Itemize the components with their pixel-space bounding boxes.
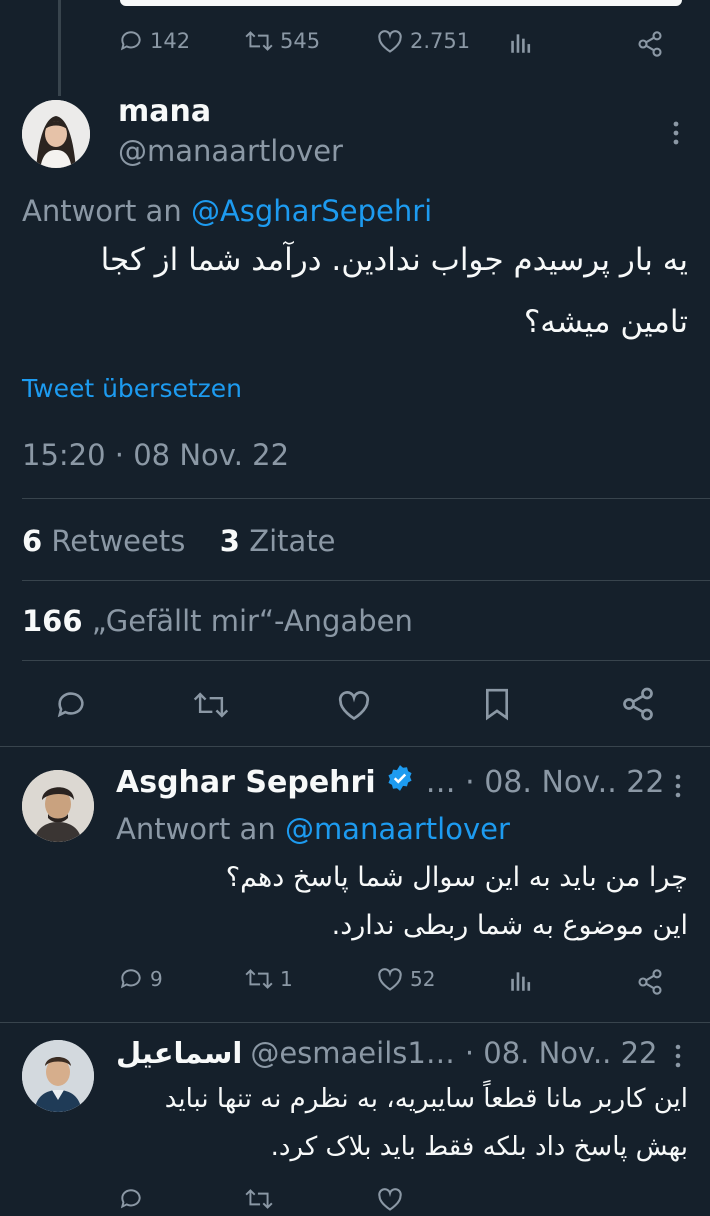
reply-icon xyxy=(120,969,141,989)
tweet-text-line-1: این کاربر مانا قطعاً سایبریه، به نظرم نه… xyxy=(164,1084,688,1114)
retweet-icon xyxy=(245,969,273,989)
retweets-count: 6 xyxy=(22,524,43,558)
retweet-icon xyxy=(193,692,229,718)
retweets-label: Retweets xyxy=(51,524,186,558)
reply-button[interactable]: 9 xyxy=(118,966,163,992)
heart-icon xyxy=(376,28,404,54)
verified-badge-icon xyxy=(386,764,414,800)
retweet-icon xyxy=(244,28,274,54)
share-button[interactable] xyxy=(620,686,656,726)
share-button[interactable] xyxy=(636,968,664,996)
likes-stat[interactable]: 166 „Gefällt mir“-Angaben xyxy=(22,604,413,638)
quoted-card-bottom-edge xyxy=(120,0,682,6)
reply-button[interactable] xyxy=(54,688,88,726)
quotes-count: 3 xyxy=(219,524,240,558)
more-options-button[interactable] xyxy=(668,118,684,148)
bookmark-button[interactable] xyxy=(480,686,514,726)
tweet-text-line-1: یه بار پرسیدم جواب ندادین. درآمد شما از … xyxy=(100,242,688,278)
reply-count: 9 xyxy=(150,967,163,991)
likes-count: 166 xyxy=(22,604,83,638)
author-name[interactable]: اسماعیل xyxy=(116,1036,242,1070)
analytics-icon xyxy=(511,972,531,991)
quotes-stat[interactable]: 3 Zitate xyxy=(220,524,336,558)
like-count: 52 xyxy=(410,967,436,991)
retweet-icon xyxy=(244,1186,274,1216)
top-tweet-action-bar: 142 545 2.751 xyxy=(0,26,710,62)
retweets-stat[interactable]: 6 Retweets xyxy=(22,524,195,558)
more-options-button[interactable] xyxy=(670,1042,686,1070)
like-button[interactable]: 52 xyxy=(376,966,435,992)
tweet-meta[interactable]: · 08. Nov.. 22 xyxy=(465,1036,658,1070)
tweet-timestamp[interactable]: 15:20 · 08 Nov. 22 xyxy=(22,438,289,472)
tweet-text-line-2: تامین میشه؟ xyxy=(523,304,688,340)
reply-icon xyxy=(118,1186,144,1216)
reply-to-link[interactable]: @AsgharSepehri xyxy=(191,194,432,228)
more-options-button[interactable] xyxy=(670,772,686,800)
reply-context: Antwort an @AsgharSepehri xyxy=(22,194,432,228)
tweet-meta[interactable]: … · 08. Nov.. 22 xyxy=(426,765,665,800)
tweet-text-line-1: چرا من باید به این سوال شما پاسخ دهم؟ xyxy=(225,862,688,893)
reply-prefix: Antwort an xyxy=(22,194,182,228)
analytics-icon xyxy=(508,30,534,56)
reply-button[interactable]: 142 xyxy=(118,28,190,54)
like-count: 2.751 xyxy=(410,29,471,53)
likes-label: „Gefällt mir“-Angaben xyxy=(91,604,413,638)
translate-link[interactable]: Tweet übersetzen xyxy=(22,374,242,403)
avatar-portrait-icon xyxy=(22,770,94,842)
share-icon xyxy=(623,687,653,721)
retweet-count: 545 xyxy=(280,29,321,53)
more-vertical-icon xyxy=(675,774,681,798)
retweet-button[interactable]: 1 xyxy=(244,966,293,992)
bookmark-icon xyxy=(485,688,509,721)
author-handle[interactable]: @manaartlover xyxy=(118,134,343,168)
heart-icon xyxy=(338,691,370,721)
share-icon xyxy=(636,30,664,58)
analytics-button[interactable] xyxy=(508,30,534,56)
reply-icon xyxy=(57,692,84,718)
retweet-count: 1 xyxy=(280,967,293,991)
avatar-esmaeil[interactable] xyxy=(22,1040,94,1112)
tweet-text-line-2: این موضوع به شما ربطی ندارد. xyxy=(331,910,688,941)
analytics-button[interactable] xyxy=(508,968,534,994)
more-vertical-icon xyxy=(673,121,679,145)
share-icon xyxy=(638,969,662,995)
reply-context: Antwort an @manaartlover xyxy=(116,812,510,846)
reply-header: اسماعیل @esmaeils1… · 08. Nov.. 22 xyxy=(116,1036,658,1070)
divider xyxy=(22,580,710,581)
author-name[interactable]: Asghar Sepehri xyxy=(116,765,376,800)
quotes-label: Zitate xyxy=(249,524,336,558)
reply-count: 142 xyxy=(150,29,191,53)
author-name[interactable]: mana xyxy=(118,94,211,129)
retweet-button[interactable]: 545 xyxy=(244,28,320,54)
reply-to-link[interactable]: @manaartlover xyxy=(285,812,510,846)
avatar-portrait-icon xyxy=(22,1040,94,1112)
author-handle[interactable]: @esmaeils1… xyxy=(250,1036,455,1070)
avatar-portrait-icon xyxy=(22,100,90,168)
avatar-asghar-sepehri[interactable] xyxy=(22,770,94,842)
avatar-mana[interactable] xyxy=(22,100,90,168)
divider xyxy=(0,746,710,747)
more-vertical-icon xyxy=(675,1044,681,1068)
reply-prefix: Antwort an xyxy=(116,812,276,846)
divider xyxy=(22,498,710,499)
share-button[interactable] xyxy=(636,30,664,58)
reply-icon xyxy=(118,28,144,54)
reply-header: Asghar Sepehri … · 08. Nov.. 22 xyxy=(116,764,664,800)
heart-icon xyxy=(376,1186,404,1216)
like-button[interactable] xyxy=(336,688,372,726)
retweet-button[interactable] xyxy=(192,688,230,726)
like-button[interactable]: 2.751 xyxy=(376,28,470,54)
divider xyxy=(22,660,710,661)
reply-action-bar: 9 1 52 xyxy=(0,964,710,1000)
heart-icon xyxy=(378,968,402,991)
divider xyxy=(0,1022,710,1023)
engagement-row: 6 Retweets 3 Zitate xyxy=(22,524,335,558)
tweet-text-line-2: بهش پاسخ داد بلکه فقط باید بلاک کرد. xyxy=(270,1132,688,1162)
